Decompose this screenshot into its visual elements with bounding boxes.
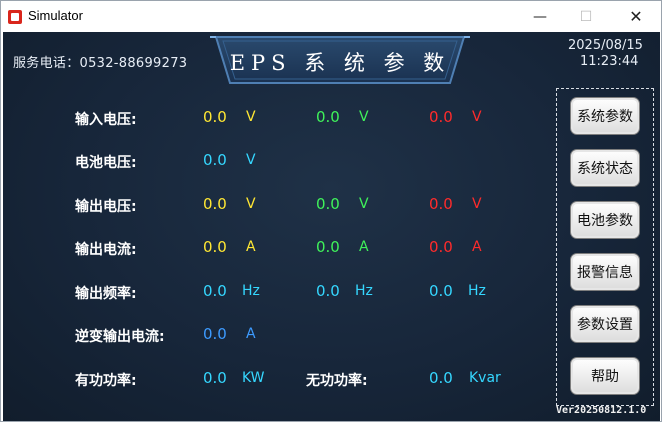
input-voltage-a-unit: V bbox=[246, 109, 256, 125]
help-button[interactable]: 帮助 bbox=[570, 357, 640, 395]
input-voltage-label: 输入电压: bbox=[75, 112, 137, 128]
service-hotline: 服务电话：0532-88699273 bbox=[13, 56, 188, 71]
current-time: 11:23:44 bbox=[580, 54, 639, 69]
simulator-window: Simulator — ☐ ✕ 服务电话：0532-88699273 EPS 系… bbox=[0, 0, 662, 422]
output-current-c-value: 0.0 bbox=[429, 238, 453, 256]
window-title: Simulator bbox=[28, 8, 83, 23]
input-voltage-b-unit: V bbox=[359, 109, 369, 125]
output-voltage-b-unit: V bbox=[359, 196, 369, 212]
inverter-current-label: 逆变输出电流: bbox=[75, 329, 165, 345]
output-voltage-c-value: 0.0 bbox=[429, 195, 453, 213]
output-current-c-unit: A bbox=[472, 239, 482, 255]
reactive-power-label: 无功功率: bbox=[306, 373, 368, 389]
input-voltage-a-value: 0.0 bbox=[203, 108, 227, 126]
output-frequency-a-unit: Hz bbox=[242, 283, 260, 299]
inverter-current-value: 0.0 bbox=[203, 325, 227, 343]
eps-parameter-screen: 服务电话：0532-88699273 EPS 系 统 参 数 2025/08/1… bbox=[3, 32, 660, 421]
alarm-info-button[interactable]: 报警信息 bbox=[570, 253, 640, 291]
navigation-panel: 系统参数 系统状态 电池参数 报警信息 参数设置 帮助 bbox=[556, 88, 654, 406]
output-current-a-value: 0.0 bbox=[203, 238, 227, 256]
battery-voltage-value: 0.0 bbox=[203, 151, 227, 169]
system-status-button[interactable]: 系统状态 bbox=[570, 149, 640, 187]
input-voltage-c-value: 0.0 bbox=[429, 108, 453, 126]
reactive-power-unit: Kvar bbox=[469, 370, 501, 386]
system-parameters-button[interactable]: 系统参数 bbox=[570, 97, 640, 135]
output-frequency-c-unit: Hz bbox=[468, 283, 486, 299]
battery-voltage-label: 电池电压: bbox=[75, 155, 137, 171]
app-icon bbox=[8, 10, 22, 24]
page-title-banner: EPS 系 统 参 数 bbox=[210, 35, 470, 87]
inverter-current-unit: A bbox=[246, 326, 256, 342]
input-voltage-c-unit: V bbox=[472, 109, 482, 125]
active-power-value: 0.0 bbox=[203, 369, 227, 387]
version-label: Ver20250812.1.0 bbox=[556, 405, 647, 416]
output-current-b-value: 0.0 bbox=[316, 238, 340, 256]
close-button[interactable]: ✕ bbox=[613, 1, 659, 32]
output-voltage-c-unit: V bbox=[472, 196, 482, 212]
output-current-b-unit: A bbox=[359, 239, 369, 255]
output-frequency-label: 输出频率: bbox=[75, 286, 137, 302]
active-power-label: 有功功率: bbox=[75, 373, 137, 389]
minimize-button[interactable]: — bbox=[517, 1, 563, 32]
parameter-settings-button[interactable]: 参数设置 bbox=[570, 305, 640, 343]
output-voltage-a-value: 0.0 bbox=[203, 195, 227, 213]
output-voltage-label: 输出电压: bbox=[75, 199, 137, 215]
maximize-button[interactable]: ☐ bbox=[563, 1, 609, 32]
current-date: 2025/08/15 bbox=[568, 38, 643, 53]
output-voltage-b-value: 0.0 bbox=[316, 195, 340, 213]
title-bar[interactable]: Simulator — ☐ ✕ bbox=[1, 1, 661, 32]
battery-voltage-unit: V bbox=[246, 152, 256, 168]
output-current-label: 输出电流: bbox=[75, 242, 137, 258]
battery-parameters-button[interactable]: 电池参数 bbox=[570, 201, 640, 239]
output-frequency-a-value: 0.0 bbox=[203, 282, 227, 300]
output-frequency-b-unit: Hz bbox=[355, 283, 373, 299]
page-title: EPS 系 统 参 数 bbox=[229, 51, 451, 75]
input-voltage-b-value: 0.0 bbox=[316, 108, 340, 126]
output-frequency-c-value: 0.0 bbox=[429, 282, 453, 300]
active-power-unit: KW bbox=[242, 370, 265, 386]
output-frequency-b-value: 0.0 bbox=[316, 282, 340, 300]
reactive-power-value: 0.0 bbox=[429, 369, 453, 387]
output-current-a-unit: A bbox=[246, 239, 256, 255]
output-voltage-a-unit: V bbox=[246, 196, 256, 212]
